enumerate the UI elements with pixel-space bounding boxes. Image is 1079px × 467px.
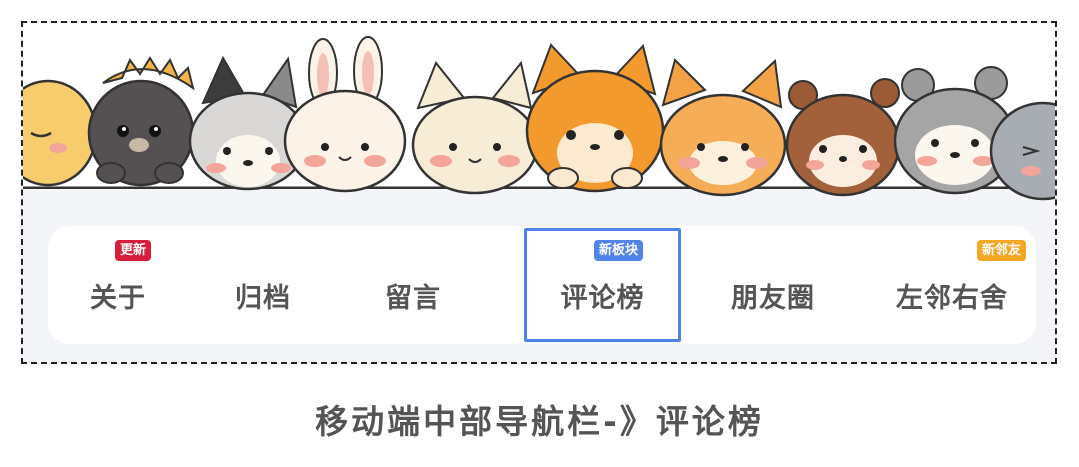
nav-item-label: 朋友圈 [731,282,815,314]
nav-item-label: 左邻右舍 [896,282,1008,314]
middle-nav-bar: 关于 更新 归档 留言 评论榜 新板块 朋友圈 左邻右舍 新邻友 [48,226,1036,344]
nav-item-friends-circle[interactable]: 朋友圈 [688,226,858,344]
new-neighbor-badge: 新邻友 [977,240,1027,261]
nav-item-label: 关于 [90,282,146,314]
new-section-badge: 新板块 [594,240,644,261]
caption: 移动端中部导航栏-》评论榜 [315,402,764,441]
nav-item-label: 评论榜 [560,282,645,314]
nav-item-label: 留言 [385,282,441,314]
nav-item-about[interactable]: 关于 更新 [48,226,188,344]
nav-item-neighbors[interactable]: 左邻右舍 新邻友 [868,226,1036,344]
nav-item-guestbook[interactable]: 留言 [338,226,488,344]
nav-item-comment-ranking[interactable]: 评论榜 新板块 [524,226,681,344]
animal-banner [23,23,1055,213]
nav-item-label: 归档 [235,282,291,314]
nav-item-archive[interactable]: 归档 [188,226,338,344]
preview-frame: 关于 更新 归档 留言 评论榜 新板块 朋友圈 左邻右舍 新邻友 [21,21,1057,364]
update-badge: 更新 [115,240,152,261]
chipmunk-icon [785,78,901,197]
